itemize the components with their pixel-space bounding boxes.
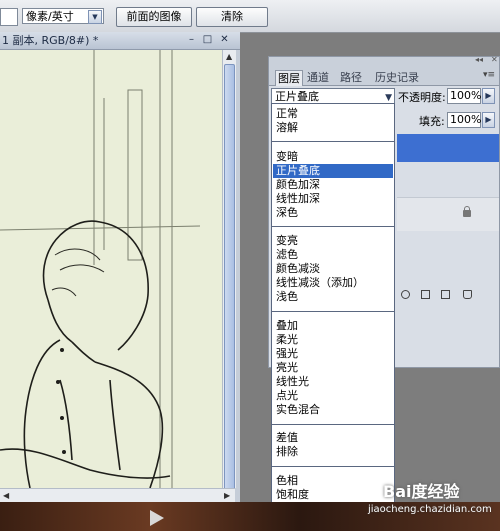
scroll-up-icon[interactable]: ▲ xyxy=(226,52,232,61)
lock-icon xyxy=(463,206,471,217)
close-icon[interactable]: ✕ xyxy=(219,35,230,46)
blend-option-hue[interactable]: 色相 xyxy=(276,474,298,488)
adjustment-layer-icon[interactable] xyxy=(401,290,410,299)
blend-option-exclusion[interactable]: 排除 xyxy=(276,445,298,459)
menu-separator xyxy=(272,466,394,467)
layer-row-selected[interactable] xyxy=(397,134,499,162)
blend-option-darken[interactable]: 变暗 xyxy=(276,150,298,164)
blend-option-lighten[interactable]: 变亮 xyxy=(276,234,298,248)
close-icon[interactable]: ✕ xyxy=(491,55,498,64)
group-icon[interactable] xyxy=(421,290,430,299)
panel-header-strip: ◂◂ ✕ xyxy=(269,55,499,67)
minimize-icon[interactable]: – xyxy=(186,35,197,46)
tab-paths[interactable]: 路径 xyxy=(337,70,365,85)
blend-mode-value: 正片叠底 xyxy=(275,90,319,103)
panel-footer xyxy=(397,290,499,304)
blend-option-soft-light[interactable]: 柔光 xyxy=(276,333,298,347)
options-bar: 像素/英寸 ▼ 前面的图像 清除 xyxy=(0,0,500,33)
fill-input[interactable]: 100% xyxy=(447,112,481,128)
tab-channels[interactable]: 通道 xyxy=(304,70,332,85)
blend-option-saturation[interactable]: 饱和度 xyxy=(276,488,309,502)
play-icon[interactable] xyxy=(150,510,164,526)
watermark-url: jiaocheng.chazidian.com xyxy=(368,504,492,515)
panel-tabs: 图层 通道 路径 历史记录 ▾≡ xyxy=(269,67,499,86)
unit-select-value: 像素/英寸 xyxy=(26,10,74,23)
restore-icon[interactable]: □ xyxy=(202,35,213,46)
scroll-left-icon[interactable]: ◀ xyxy=(3,491,9,500)
scroll-right-icon[interactable]: ▶ xyxy=(224,491,230,500)
document-title-bar[interactable]: 1 副本, RGB/8#) * – □ ✕ xyxy=(0,32,240,50)
opacity-slider-button[interactable]: ▶ xyxy=(482,88,495,104)
opacity-input[interactable]: 100% xyxy=(447,88,481,104)
blend-option-hard-mix[interactable]: 实色混合 xyxy=(276,403,320,417)
document-title: 1 副本, RGB/8#) * xyxy=(2,34,99,47)
front-image-button[interactable]: 前面的图像 xyxy=(116,7,192,27)
menu-separator xyxy=(272,424,394,425)
new-layer-icon[interactable] xyxy=(441,290,450,299)
collapse-icon[interactable]: ◂◂ xyxy=(475,55,483,64)
blend-option-lighter-color[interactable]: 浅色 xyxy=(276,290,298,304)
blend-option-color-burn[interactable]: 颜色加深 xyxy=(276,178,320,192)
blend-option-linear-burn[interactable]: 线性加深 xyxy=(276,192,320,206)
vertical-scrollbar[interactable]: ▲ xyxy=(222,50,236,504)
blend-option-dissolve[interactable]: 溶解 xyxy=(276,121,298,135)
canvas-image[interactable] xyxy=(0,50,222,488)
panel-menu-icon[interactable]: ▾≡ xyxy=(483,70,495,80)
chevron-down-icon: ▼ xyxy=(88,10,102,24)
document-window: 1 副本, RGB/8#) * – □ ✕ ▲ ◀ ▶ xyxy=(0,32,240,504)
resolution-input[interactable] xyxy=(0,8,18,26)
blend-option-difference[interactable]: 差值 xyxy=(276,431,298,445)
clear-button[interactable]: 清除 xyxy=(196,7,268,27)
horizontal-scrollbar[interactable]: ◀ ▶ xyxy=(0,488,235,503)
menu-separator xyxy=(272,311,394,312)
sketch-photo xyxy=(0,50,222,488)
blend-mode-dropdown: 正常 溶解 变暗 正片叠底 颜色加深 线性加深 深色 变亮 滤色 颜色减淡 线性… xyxy=(271,103,395,531)
fill-label: 填充: xyxy=(419,115,445,128)
blend-option-overlay[interactable]: 叠加 xyxy=(276,319,298,333)
trash-icon[interactable] xyxy=(463,290,472,299)
blend-option-darker-color[interactable]: 深色 xyxy=(276,206,298,220)
opacity-label: 不透明度: xyxy=(398,91,446,104)
blend-option-hard-light[interactable]: 强光 xyxy=(276,347,298,361)
vertical-scroll-thumb[interactable] xyxy=(224,64,235,504)
unit-select[interactable]: 像素/英寸 ▼ xyxy=(22,8,104,24)
blend-option-screen[interactable]: 滤色 xyxy=(276,248,298,262)
blend-option-multiply[interactable]: 正片叠底 xyxy=(273,164,393,178)
blend-option-linear-light[interactable]: 线性光 xyxy=(276,375,309,389)
blend-option-normal[interactable]: 正常 xyxy=(276,107,298,121)
blend-option-vivid-light[interactable]: 亮光 xyxy=(276,361,298,375)
layer-row-background[interactable] xyxy=(397,197,499,231)
tab-history[interactable]: 历史记录 xyxy=(371,70,423,85)
blend-option-color-dodge[interactable]: 颜色减淡 xyxy=(276,262,320,276)
menu-separator xyxy=(272,226,394,227)
menu-separator xyxy=(272,141,394,142)
watermark-brand: Bai度经验 xyxy=(383,482,460,501)
blend-option-pin-light[interactable]: 点光 xyxy=(276,389,298,403)
tab-layers[interactable]: 图层 xyxy=(275,70,303,86)
fill-slider-button[interactable]: ▶ xyxy=(482,112,495,128)
blend-option-linear-dodge[interactable]: 线性减淡（添加） xyxy=(276,276,364,290)
